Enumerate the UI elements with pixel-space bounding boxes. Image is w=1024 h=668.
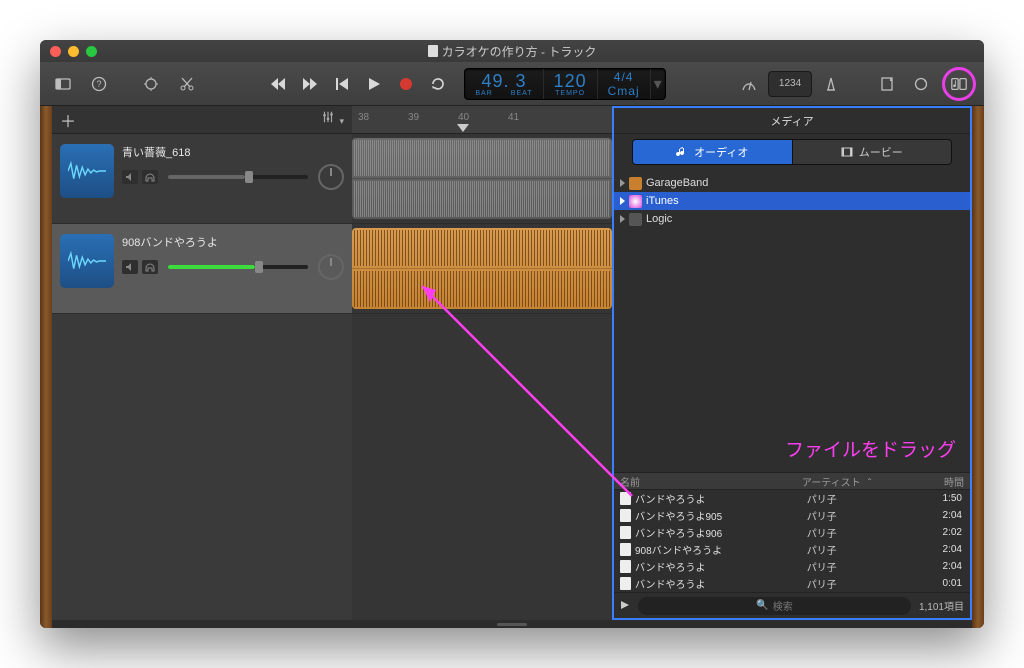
media-browser-button[interactable] bbox=[942, 67, 976, 101]
smart-controls-button[interactable] bbox=[136, 71, 166, 97]
track-icon bbox=[60, 144, 114, 198]
tab-movie[interactable]: ムービー bbox=[793, 139, 953, 165]
library-button[interactable] bbox=[48, 71, 78, 97]
list-header: 名前 アーティスト ⌃ 時間 bbox=[614, 472, 970, 490]
lcd-bar: 49 bbox=[481, 71, 503, 91]
cycle-button[interactable] bbox=[424, 70, 452, 98]
rewind-button[interactable] bbox=[264, 70, 292, 98]
close-button[interactable] bbox=[50, 46, 61, 57]
count-in-button[interactable]: 1234 bbox=[768, 71, 812, 97]
logic-icon bbox=[629, 213, 642, 226]
svg-text:?: ? bbox=[96, 79, 101, 89]
mute-button[interactable] bbox=[122, 260, 138, 274]
play-button[interactable] bbox=[360, 70, 388, 98]
tuner-button[interactable] bbox=[734, 71, 764, 97]
window-title: カラオケの作り方 - トラック bbox=[40, 43, 984, 60]
audio-region[interactable] bbox=[352, 138, 612, 219]
volume-slider[interactable] bbox=[168, 265, 308, 269]
go-to-start-button[interactable] bbox=[328, 70, 356, 98]
track-name: 青い薔薇_618 bbox=[122, 144, 344, 160]
track-icon bbox=[60, 234, 114, 288]
garageband-icon bbox=[629, 177, 642, 190]
loop-browser-button[interactable] bbox=[906, 71, 936, 97]
add-track-button[interactable]: ＋ bbox=[60, 108, 76, 132]
wood-edge-left bbox=[40, 106, 52, 628]
media-title: メディア bbox=[614, 108, 970, 134]
wood-edge-right bbox=[972, 106, 984, 628]
file-icon bbox=[620, 560, 631, 573]
pan-knob[interactable] bbox=[318, 254, 344, 280]
file-icon bbox=[620, 543, 631, 556]
help-button[interactable]: ? bbox=[84, 71, 114, 97]
arrange-area[interactable]: 38 39 40 41 bbox=[352, 106, 612, 620]
toolbar: ? 49. 3 BARBEAT 120 TEMPO 4/4 Cmaj bbox=[40, 62, 984, 106]
annotation-label: ファイルをドラッグ bbox=[785, 435, 956, 462]
list-item[interactable]: バンドやろうよパリ子2:04 bbox=[614, 558, 970, 575]
col-name[interactable]: 名前 bbox=[614, 473, 796, 489]
lcd-key: Cmaj bbox=[608, 84, 640, 98]
notepad-button[interactable] bbox=[872, 71, 902, 97]
col-time[interactable]: 時間 bbox=[914, 473, 970, 489]
lcd-tempo: 120 bbox=[554, 71, 587, 92]
media-list: バンドやろうよパリ子1:50バンドやろうよ905パリ子2:04バンドやろうよ90… bbox=[614, 490, 970, 592]
search-field[interactable]: 🔍検索 bbox=[638, 597, 911, 615]
list-item[interactable]: バンドやろうよ905パリ子2:04 bbox=[614, 507, 970, 524]
maximize-button[interactable] bbox=[86, 46, 97, 57]
headphone-button[interactable] bbox=[142, 170, 158, 184]
list-item[interactable]: 908バンドやろうよパリ子2:04 bbox=[614, 541, 970, 558]
audio-region[interactable] bbox=[352, 228, 612, 309]
track-header[interactable]: 青い薔薇_618 bbox=[52, 134, 352, 224]
forward-button[interactable] bbox=[296, 70, 324, 98]
tree-item-garageband[interactable]: GarageBand bbox=[614, 174, 970, 192]
headphone-button[interactable] bbox=[142, 260, 158, 274]
col-artist[interactable]: アーティスト ⌃ bbox=[796, 473, 914, 489]
minimize-button[interactable] bbox=[68, 46, 79, 57]
track-header[interactable]: 908バンドやろうよ bbox=[52, 224, 352, 314]
lcd-beat: 3 bbox=[515, 71, 526, 91]
list-item[interactable]: バンドやろうよパリ子0:01 bbox=[614, 575, 970, 592]
volume-slider[interactable] bbox=[168, 175, 308, 179]
document-icon bbox=[428, 45, 438, 57]
file-icon bbox=[620, 526, 631, 539]
track-header-config-button[interactable]: ▾ bbox=[321, 110, 344, 129]
lcd-display[interactable]: 49. 3 BARBEAT 120 TEMPO 4/4 Cmaj ▾ bbox=[464, 68, 665, 100]
search-icon: 🔍 bbox=[756, 600, 768, 611]
source-tree: GarageBand iTunes Logic bbox=[614, 170, 970, 232]
playhead[interactable] bbox=[457, 124, 469, 132]
traffic-lights bbox=[40, 46, 97, 57]
titlebar: カラオケの作り方 - トラック bbox=[40, 40, 984, 62]
preview-play-button[interactable] bbox=[620, 597, 630, 615]
mute-button[interactable] bbox=[122, 170, 138, 184]
item-count: 1,101項目 bbox=[919, 598, 964, 613]
transport-controls bbox=[264, 70, 452, 98]
record-button[interactable] bbox=[392, 70, 420, 98]
file-icon bbox=[620, 577, 631, 590]
file-icon bbox=[620, 492, 631, 505]
list-item[interactable]: バンドやろうよパリ子1:50 bbox=[614, 490, 970, 507]
app-window: カラオケの作り方 - トラック ? 49. 3 BARBEAT 120 TEMP… bbox=[40, 40, 984, 628]
tree-item-logic[interactable]: Logic bbox=[614, 210, 970, 228]
track-name: 908バンドやろうよ bbox=[122, 234, 344, 250]
metronome-button[interactable] bbox=[816, 71, 846, 97]
media-panel: メディア オーディオ ムービー GarageBand iTunes Logic … bbox=[612, 106, 972, 620]
track-header-panel: ＋ ▾ 青い薔薇_618 bbox=[52, 106, 352, 620]
tab-audio[interactable]: オーディオ bbox=[632, 139, 793, 165]
tree-item-itunes[interactable]: iTunes bbox=[614, 192, 970, 210]
pan-knob[interactable] bbox=[318, 164, 344, 190]
editor-drag-handle[interactable] bbox=[52, 620, 972, 628]
list-item[interactable]: バンドやろうよ906パリ子2:02 bbox=[614, 524, 970, 541]
ruler[interactable]: 38 39 40 41 bbox=[352, 106, 612, 134]
lcd-timesig: 4/4 bbox=[614, 70, 634, 84]
scissors-button[interactable] bbox=[172, 71, 202, 97]
itunes-icon bbox=[629, 195, 642, 208]
file-icon bbox=[620, 509, 631, 522]
